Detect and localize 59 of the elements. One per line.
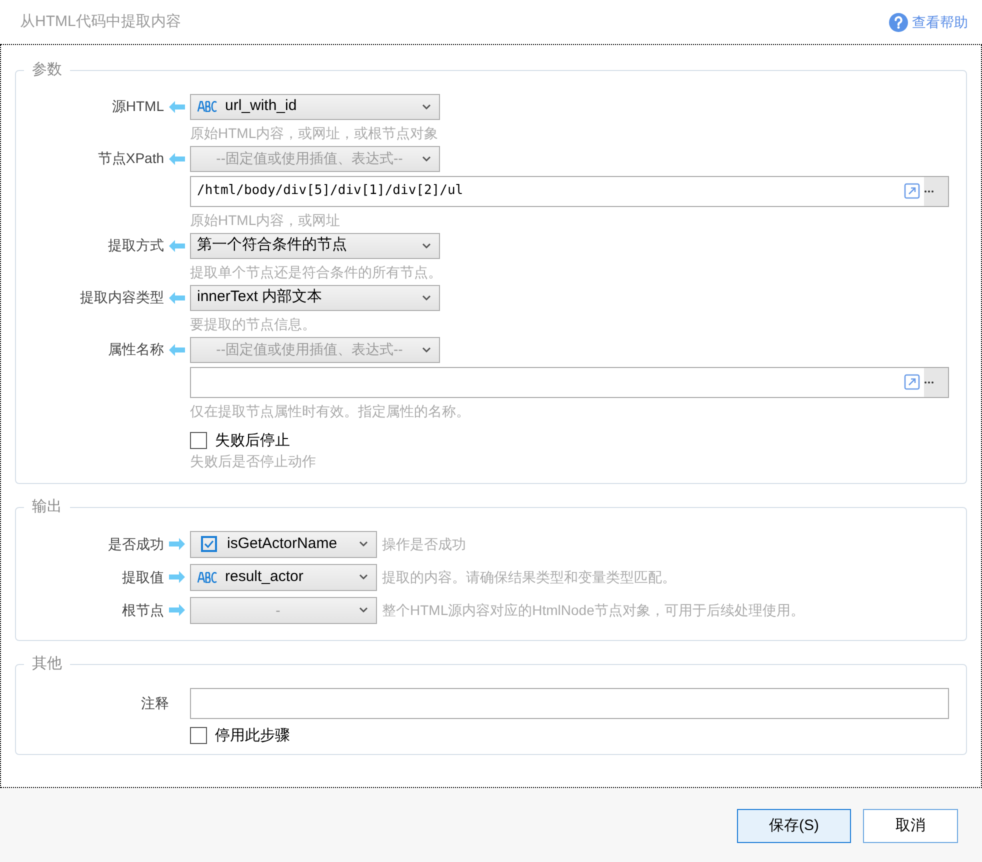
field-label: 提取内容类型 bbox=[79, 288, 164, 307]
ellipsis-icon bbox=[924, 190, 934, 192]
field-label: 提取值 bbox=[121, 568, 164, 586]
field-label: 源HTML bbox=[110, 97, 164, 116]
field-label: 节点XPath bbox=[96, 149, 164, 168]
left-arrow-icon bbox=[169, 344, 185, 356]
section-title: 参数 bbox=[31, 60, 63, 80]
dropdown[interactable]: innerText 内部文本 bbox=[190, 284, 440, 310]
field-label: 提取方式 bbox=[107, 236, 164, 255]
save-button[interactable]: 保存(S) bbox=[737, 809, 851, 843]
chevron-down-icon bbox=[359, 574, 368, 580]
text-variable-icon bbox=[197, 572, 217, 582]
hint-text: 操作是否成功 bbox=[382, 535, 466, 553]
chevron-down-icon bbox=[422, 242, 431, 248]
left-arrow-icon bbox=[169, 100, 185, 112]
left-arrow-icon bbox=[169, 292, 185, 304]
help-icon bbox=[889, 12, 908, 32]
field-label: 是否成功 bbox=[107, 534, 164, 554]
dropdown[interactable]: result_actor bbox=[190, 564, 377, 590]
expand-icon[interactable] bbox=[904, 374, 920, 390]
ellipsis-icon bbox=[924, 380, 934, 384]
hint-text: 要提取的节点信息。 bbox=[190, 314, 316, 332]
hint-text: 原始HTML内容，或网址，或根节点对象 bbox=[190, 124, 438, 142]
checkbox[interactable] bbox=[190, 432, 207, 450]
checkbox[interactable] bbox=[190, 727, 207, 744]
chevron-down-icon bbox=[359, 541, 368, 547]
checkbox-label: 停用此步骤 bbox=[215, 726, 290, 746]
cancel-button[interactable]: 取消 bbox=[863, 809, 958, 843]
chevron-down-icon bbox=[422, 104, 431, 110]
section-title: 输出 bbox=[31, 497, 63, 517]
dropdown[interactable]: isGetActorName bbox=[190, 530, 377, 558]
hint-text: 原始HTML内容，或网址 bbox=[190, 210, 340, 228]
hint-text: 仅在提取节点属性时有效。指定属性的名称。 bbox=[190, 402, 470, 420]
hint-text: 提取单个节点还是符合条件的所有节点。 bbox=[190, 262, 442, 280]
chevron-down-icon bbox=[422, 156, 431, 162]
chevron-down-icon bbox=[359, 607, 368, 613]
right-arrow-icon bbox=[169, 571, 185, 583]
field-label: 属性名称 bbox=[107, 340, 164, 359]
field-label: 注释 bbox=[140, 694, 169, 712]
checkbox-label: 失败后停止 bbox=[215, 430, 290, 450]
section-title: 其他 bbox=[31, 654, 63, 674]
field-label: 根节点 bbox=[121, 600, 164, 620]
right-arrow-icon bbox=[169, 604, 185, 616]
text-variable-icon bbox=[197, 101, 217, 112]
hint-text: 整个HTML源内容对应的HtmlNode节点对象，可用于后续处理使用。 bbox=[382, 601, 804, 619]
expand-icon[interactable] bbox=[904, 183, 920, 199]
dropdown[interactable]: 第一个符合条件的节点 bbox=[190, 232, 440, 258]
left-arrow-icon bbox=[169, 240, 185, 252]
right-arrow-icon bbox=[169, 538, 185, 550]
dialog-title: 从HTML代码中提取内容 bbox=[20, 12, 181, 32]
dropdown[interactable]: url_with_id bbox=[190, 94, 440, 120]
hint-text: 提取的内容。请确保结果类型和变量类型匹配。 bbox=[382, 568, 676, 586]
chevron-down-icon bbox=[422, 294, 431, 300]
chevron-down-icon bbox=[422, 346, 431, 352]
left-arrow-icon bbox=[169, 152, 185, 164]
hint-text: 失败后是否停止动作 bbox=[190, 452, 316, 470]
checkbox-variable-icon bbox=[201, 536, 217, 552]
more-button[interactable] bbox=[924, 176, 948, 206]
more-button[interactable] bbox=[924, 368, 948, 396]
